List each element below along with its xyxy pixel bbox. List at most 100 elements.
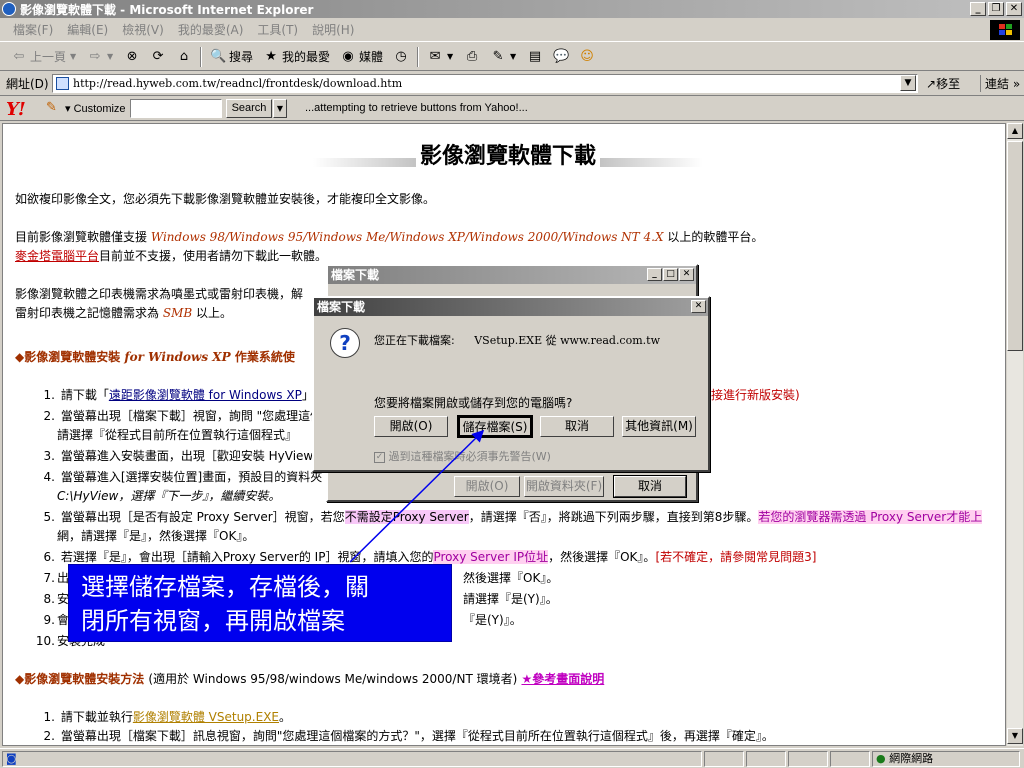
refresh-button[interactable]: ⟳ [145,49,171,65]
refresh-icon: ⟳ [152,48,164,64]
discuss-button[interactable]: ▤ [522,49,548,65]
favorites-button[interactable]: ★ 我的最愛 [258,48,335,65]
media-button[interactable]: ◉ 媒體 [335,48,388,65]
dialog-back-cancel-button[interactable]: 取消 [613,475,687,498]
scroll-thumb[interactable] [1007,141,1023,351]
dialog-back-maximize-button[interactable]: □ [663,268,678,281]
minimize-button[interactable]: _ [970,2,986,16]
always-ask-checkbox[interactable]: ✓ [374,451,385,463]
yahoo-search-dropdown[interactable]: ▼ [273,99,287,118]
question-icon: ? [330,328,360,358]
status-cell [704,751,744,767]
restore-button[interactable]: ❐ [988,2,1004,16]
messenger-button[interactable]: 💬 [548,49,574,65]
scroll-down-button[interactable]: ▼ [1007,728,1023,744]
more-info-button[interactable]: 其他資訊(M) [622,416,696,437]
list-item: 6. 若選擇『是』，會出現［請輸入Proxy Server的 IP］視窗，請填入… [43,550,817,564]
section-xp-heading: ◆影像瀏覽軟體安裝 for Windows XP 作業系統使 [15,350,295,364]
back-button[interactable]: ⇦ 上一頁 ▼ [6,48,82,65]
toolbar-separator [417,46,420,67]
stop-icon: ⊗ [126,48,138,64]
yahoo-smiley-button[interactable]: ☺ [574,49,600,65]
history-button[interactable]: ◷ [388,49,414,65]
stop-button[interactable]: ⊗ [119,49,145,65]
list-item-line2: C:\HyView，選擇『下一步』，繼續安裝。 [57,489,281,503]
ie-icon [2,2,16,16]
page-status-icon: ◙ [6,752,17,765]
status-cell [788,751,828,767]
menu-file[interactable]: 檔案(F) [6,21,60,38]
status-zone: ● 網際網路 [872,751,1020,767]
links-button[interactable]: 連結 » [980,75,1020,92]
menu-help[interactable]: 說明(H) [305,21,361,38]
chevron-down-icon: ▼ [69,51,77,61]
list-item-right: 然後選擇『OK』。 [463,571,559,585]
reference-screens-link[interactable]: ★參考畫面說明 [521,672,604,686]
status-bar: ◙ ● 網際網路 [0,748,1024,768]
standard-toolbar: ⇦ 上一頁 ▼ ⇨ ▼ ⊗ ⟳ ⌂ 🔍 搜尋 ★ 我的最愛 ◉ 媒體 ◷ ✉ ▼ … [0,43,1024,71]
address-bar: 網址(D) http://read.hyweb.com.tw/readncl/f… [0,72,1024,96]
mail-button[interactable]: ✉ ▼ [422,49,459,65]
list-item: 8. 安 [43,592,70,606]
always-ask-checkbox-row[interactable]: ✓ 過到這種檔案時必須事先警告(W) [374,448,551,464]
dialog-back-title-bar: 檔案下載 _ □ ✕ [328,266,696,284]
open-button[interactable]: 開啟(O) [374,416,448,437]
menu-view[interactable]: 檢視(V) [115,21,171,38]
vsetup-download-link[interactable]: 影像瀏覽軟體 VSetup.EXE [133,710,279,724]
print-button[interactable]: ⎙ [459,49,485,65]
close-button[interactable]: ✕ [1006,2,1022,16]
edit-button[interactable]: ✎ ▼ [485,49,522,65]
dialog-back-minimize-button[interactable]: _ [647,268,662,281]
list-item-line2: 請選擇『從程式目前所在位置執行這個程式』 [57,428,298,442]
xp-download-link[interactable]: 遠距影像瀏覽軟體 for Windows XP [109,388,302,402]
mail-icon: ✉ [429,48,441,64]
list-item-line2: 網，請選擇『是』，然後選擇『OK』。 [57,529,255,543]
platform-text: 目前影像瀏覽軟體僅支援 Windows 98/Windows 95/Window… [15,230,764,244]
cancel-button[interactable]: 取消 [540,416,614,437]
forward-button[interactable]: ⇨ ▼ [82,49,119,65]
search-icon: 🔍 [210,48,227,64]
home-button[interactable]: ⌂ [171,49,197,65]
dialog-back-open-button[interactable]: 開啟(O) [454,476,520,497]
scroll-up-button[interactable]: ▲ [1007,123,1023,139]
yahoo-toolbar: Y! ✎ ▾ Customize Search ▼ ...attempting … [0,97,1024,121]
menu-edit[interactable]: 編輯(E) [60,21,115,38]
window-title-bar: 影像瀏覽軟體下載 - Microsoft Internet Explorer _… [0,0,1024,18]
intro-text: 如欲複印影像全文，您必須先下載影像瀏覽軟體並安裝後，才能複印全文影像。 [15,192,436,206]
home-icon: ⌂ [179,48,189,64]
discuss-icon: ▤ [528,48,542,64]
list-item: 5. 當螢幕出現［是否有設定 Proxy Server］視窗，若您不需設定Pro… [43,510,983,524]
yahoo-logo[interactable]: Y! [6,99,26,120]
search-button[interactable]: 🔍 搜尋 [205,48,258,65]
yahoo-search-button[interactable]: Search [226,99,272,118]
list-item: 3. 當螢幕進入安裝畫面，出現［歡迎安裝 HyView 影 [43,449,330,463]
mac-link[interactable]: 麥金塔電腦平台 [15,249,99,263]
smiley-icon: ☺ [580,48,594,64]
menu-tools[interactable]: 工具(T) [250,21,305,38]
vertical-scrollbar[interactable]: ▲ ▼ [1006,123,1023,746]
menu-bar: 檔案(F) 編輯(E) 檢視(V) 我的最愛(A) 工具(T) 說明(H) [0,18,1024,42]
address-input[interactable]: http://read.hyweb.com.tw/readncl/frontde… [52,74,918,93]
address-dropdown[interactable]: ▼ [900,75,916,91]
go-button[interactable]: ↗移至 [926,75,960,92]
customize-button[interactable]: ▾ Customize [65,102,126,115]
list-item: 1. 請下載「遠距影像瀏覽軟體 for Windows XP」( [43,388,319,402]
dialog-question: 您要將檔案開啟或儲存到您的電腦嗎? [374,396,573,410]
list-item: 7. 出 [43,571,70,585]
edit-icon: ✎ [492,48,504,64]
platform-list: Windows 98/Windows 95/Windows Me/Windows… [150,230,664,244]
list-item: 4. 當螢幕進入[選擇安裝位置]畫面，預設目的資料夾 [43,470,323,484]
dialog-close-button[interactable]: ✕ [691,300,706,313]
save-file-button[interactable]: 儲存檔案(S) [457,415,533,438]
menu-favorites[interactable]: 我的最愛(A) [171,21,251,38]
dialog-title-bar: 檔案下載 ✕ [314,298,708,316]
list-item-right: 請選擇『是(Y)』。 [463,592,558,606]
dialog-back-close-button[interactable]: ✕ [679,268,694,281]
favorites-icon: ★ [265,48,277,64]
address-label: 網址(D) [6,77,49,91]
back-arrow-icon: ⇦ [13,48,25,64]
pencil-icon[interactable]: ✎ [46,100,57,115]
dialog-back-open-folder-button[interactable]: 開啟資料夾(F) [524,476,604,497]
yahoo-search-input[interactable] [130,99,222,118]
chevron-down-icon: ▼ [509,51,517,61]
